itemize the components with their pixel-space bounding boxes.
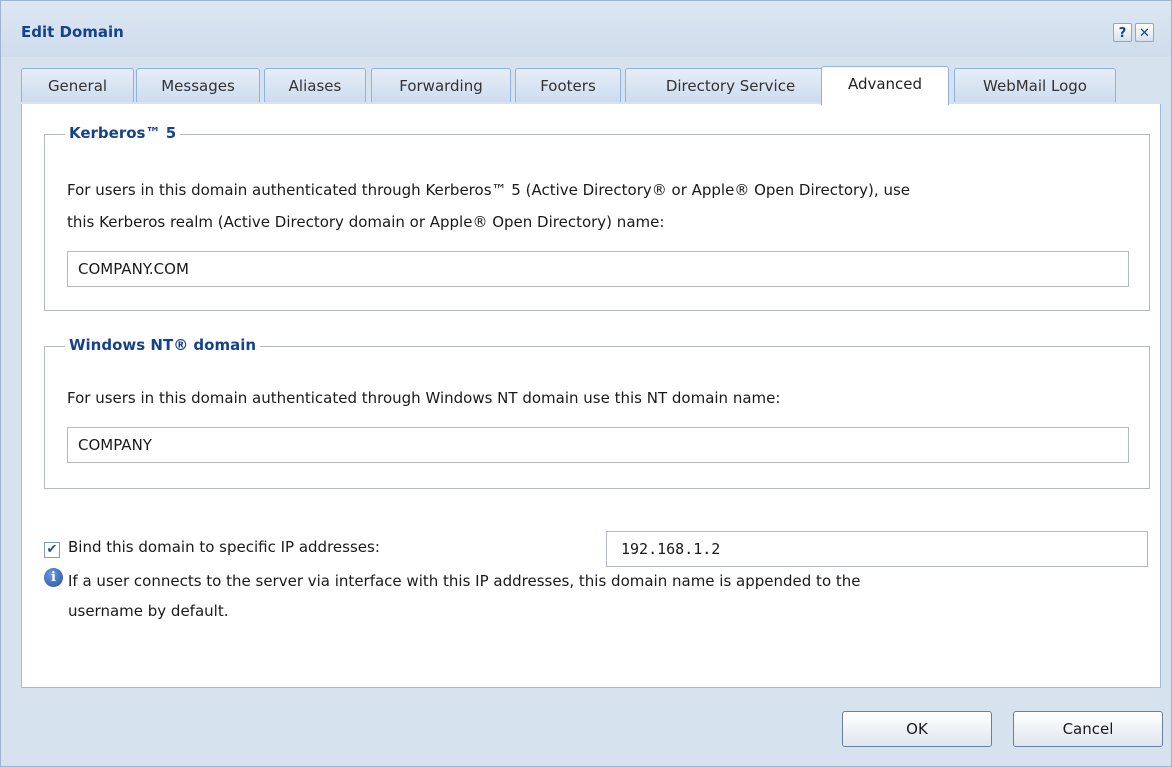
info-text-line1: If a user connects to the server via int… — [68, 572, 861, 590]
kerberos-fieldset: Kerberos™ 5 For users in this domain aut… — [44, 124, 1150, 311]
nt-domain-description: For users in this domain authenticated t… — [67, 389, 781, 407]
ip-address-input[interactable]: 192.168.1.2 — [606, 531, 1148, 567]
tab-directory-service[interactable]: Directory Service — [625, 68, 836, 102]
nt-domain-legend: Windows NT® domain — [65, 336, 261, 354]
dialog-title: Edit Domain — [21, 23, 124, 41]
tab-advanced[interactable]: Advanced — [821, 66, 949, 105]
dialog-titlebar[interactable]: Edit Domain ? ✕ — [1, 1, 1171, 57]
kerberos-legend: Kerberos™ 5 — [65, 124, 181, 142]
tab-webmail-logo[interactable]: WebMail Logo — [954, 68, 1116, 102]
tab-forwarding[interactable]: Forwarding — [371, 68, 511, 102]
kerberos-description-line1: For users in this domain authenticated t… — [67, 181, 910, 199]
kerberos-realm-input[interactable]: COMPANY.COM — [67, 251, 1129, 287]
bind-ip-label[interactable]: Bind this domain to specific IP addresse… — [68, 538, 380, 556]
tab-strip: General Messages Aliases Forwarding Foot… — [21, 64, 1161, 105]
tab-aliases[interactable]: Aliases — [264, 68, 366, 102]
ok-button[interactable]: OK — [842, 711, 992, 747]
bind-ip-checkbox[interactable]: ✔ — [44, 542, 60, 558]
tab-messages[interactable]: Messages — [136, 68, 260, 102]
cancel-button[interactable]: Cancel — [1013, 711, 1163, 747]
close-icon[interactable]: ✕ — [1135, 23, 1154, 42]
nt-domain-input[interactable]: COMPANY — [67, 427, 1129, 463]
info-text-line2: username by default. — [68, 602, 229, 620]
kerberos-description-line2: this Kerberos realm (Active Directory do… — [67, 213, 665, 231]
nt-domain-fieldset: Windows NT® domain For users in this dom… — [44, 336, 1150, 489]
tab-general[interactable]: General — [21, 68, 134, 102]
help-icon[interactable]: ? — [1113, 23, 1132, 42]
edit-domain-dialog: Edit Domain ? ✕ General Messages Aliases… — [0, 0, 1172, 767]
advanced-tab-panel: Kerberos™ 5 For users in this domain aut… — [21, 104, 1161, 688]
tab-footers[interactable]: Footers — [515, 68, 621, 102]
info-icon: i — [44, 568, 63, 587]
